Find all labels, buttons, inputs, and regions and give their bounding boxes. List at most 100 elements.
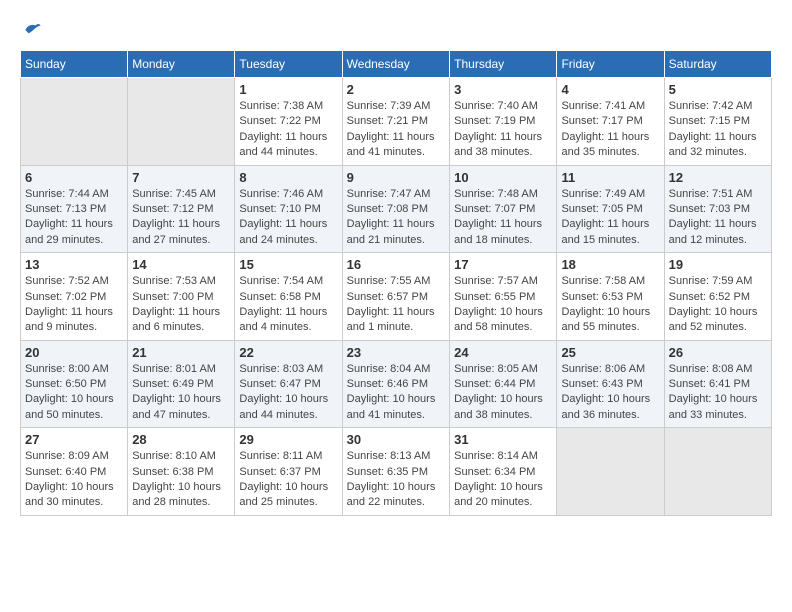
day-info: Sunrise: 8:03 AM Sunset: 6:47 PM Daylight:… [239, 362, 337, 424]
sunrise-text: Sunrise: 7:51 AM [669, 188, 753, 200]
sunset-text: Sunset: 7:08 PM [347, 203, 428, 215]
day-info: Sunrise: 7:39 AMSunset: 7:21 PMDaylight:… [347, 99, 445, 161]
calendar-cell: 21 Sunrise: 8:01 AMSunset: 6:49 PMDayligh… [128, 340, 235, 428]
sunset-text: Sunset: 6:55 PM [454, 291, 535, 303]
day-info: Sunrise: 7:58 AMSunset: 6:53 PMDaylight:… [561, 274, 659, 336]
logo-bird-icon [22, 20, 42, 40]
day-info: Sunrise: 7:45 AMSunset: 7:12 PMDaylight:… [132, 187, 230, 249]
sunrise-text: Sunrise: 7:41 AM [561, 100, 645, 112]
daylight-text: Daylight: 11 hours and 15 minutes. [561, 218, 649, 245]
daylight-text: Daylight: 10 hours and 58 minutes. [454, 306, 543, 333]
calendar-cell: 27Sunrise: 8:09 AMSunset: 6:40 PMDayligh… [21, 428, 128, 516]
daylight-text: Daylight: 11 hours and 44 minutes. [239, 131, 327, 158]
calendar-cell [128, 78, 235, 166]
sunrise-text: Sunrise: 7:59 AM [669, 275, 753, 287]
daylight-text: Daylight: 10 hours and 44 minutes. [239, 393, 328, 420]
day-info: Sunrise: 7:54 AMSunset: 6:58 PMDaylight:… [239, 274, 337, 336]
day-info: Sunrise: 8:04 AMSunset: 6:46 PMDaylight:… [347, 362, 445, 424]
sunset-text: Sunset: 7:03 PM [669, 203, 750, 215]
sunset-text: Sunset: 7:21 PM [347, 115, 428, 127]
daylight-text: Daylight: 10 hours and 36 minutes. [561, 393, 650, 420]
calendar-cell [664, 428, 771, 516]
day-number: 8 [239, 170, 337, 185]
daylight-text: Daylight: 11 hours and 6 minutes. [132, 306, 220, 333]
sunrise-text: Sunrise: 8:09 AM [25, 450, 109, 462]
page-header [20, 20, 772, 40]
calendar-cell: 15 Sunrise: 7:54 AMSunset: 6:58 PMDayligh… [235, 253, 342, 341]
day-number: 20 [25, 345, 123, 360]
sunrise-text: Sunrise: 7:47 AM [347, 188, 431, 200]
day-info: Sunrise: 7:44 AMSunset: 7:13 PMDaylight:… [25, 187, 123, 249]
day-number: 7 [132, 170, 230, 185]
day-info: Sunrise: 8:01 AMSunset: 6:49 PMDaylight:… [132, 362, 230, 424]
sunrise-text: Sunrise: 7:40 AM [454, 100, 538, 112]
day-number: 15 [239, 257, 337, 272]
daylight-text: Daylight: 11 hours and 27 minutes. [132, 218, 220, 245]
sunset-text: Sunset: 6:53 PM [561, 291, 642, 303]
sunrise-text: Sunrise: 7:55 AM [347, 275, 431, 287]
calendar-cell: 20Sunrise: 8:00 AMSunset: 6:50 PMDayligh… [21, 340, 128, 428]
sunset-text: Sunset: 7:17 PM [561, 115, 642, 127]
daylight-text: Daylight: 11 hours and 32 minutes. [669, 131, 757, 158]
calendar-cell: 30Sunrise: 8:13 AMSunset: 6:35 PMDayligh… [342, 428, 449, 516]
calendar-cell: 4Sunrise: 7:41 AMSunset: 7:17 PMDaylight… [557, 78, 664, 166]
daylight-text: Daylight: 10 hours and 20 minutes. [454, 481, 543, 508]
sunrise-text: Sunrise: 8:01 AM [132, 363, 216, 375]
day-number: 22 [239, 345, 337, 360]
sunrise-text: Sunrise: 7:53 AM [132, 275, 216, 287]
sunrise-text: Sunrise: 7:48 AM [454, 188, 538, 200]
day-number: 21 [132, 345, 230, 360]
daylight-text: Daylight: 11 hours and 1 minute. [347, 306, 435, 333]
calendar-cell: 8 Sunrise: 7:46 AMSunset: 7:10 PMDaylight… [235, 165, 342, 253]
sunset-text: Sunset: 6:50 PM [25, 378, 106, 390]
day-number: 28 [132, 432, 230, 447]
daylight-text: Daylight: 10 hours and 22 minutes. [347, 481, 436, 508]
day-number: 13 [25, 257, 123, 272]
day-info: Sunrise: 8:10 AMSunset: 6:38 PMDaylight:… [132, 449, 230, 511]
day-info: Sunrise: 7:52 AMSunset: 7:02 PMDaylight:… [25, 274, 123, 336]
day-number: 25 [561, 345, 659, 360]
sunrise-text: Sunrise: 8:08 AM [669, 363, 753, 375]
sunrise-text: Sunrise: 8:13 AM [347, 450, 431, 462]
sunset-text: Sunset: 6:41 PM [669, 378, 750, 390]
calendar-week-row: 13 Sunrise: 7:52 AMSunset: 7:02 PMDayligh… [21, 253, 772, 341]
day-number: 2 [347, 82, 445, 97]
sunrise-text: Sunrise: 8:00 AM [25, 363, 109, 375]
logo [20, 20, 42, 40]
day-number: 10 [454, 170, 552, 185]
calendar-week-row: 20 Sunrise: 8:00 AM Sunset: 6:50 PM Dayligh… [21, 340, 772, 428]
calendar-week-row: 1Sunrise: 7:38 AMSunset: 7:22 PMDaylight… [21, 78, 772, 166]
daylight-text: Daylight: 10 hours and 28 minutes. [132, 481, 221, 508]
calendar-header-friday: Friday [557, 51, 664, 78]
calendar-cell: 26Sunrise: 8:08 AMSunset: 6:41 PMDayligh… [664, 340, 771, 428]
calendar-cell: 12Sunrise: 7:51 AMSunset: 7:03 PMDayligh… [664, 165, 771, 253]
sunrise-text: Sunrise: 8:06 AM [561, 363, 645, 375]
daylight-text: Daylight: 11 hours and 38 minutes. [454, 131, 542, 158]
calendar-cell: 3Sunrise: 7:40 AMSunset: 7:19 PMDaylight… [450, 78, 557, 166]
day-info: Sunrise: 8:09 AMSunset: 6:40 PMDaylight:… [25, 449, 123, 511]
sunrise-text: Sunrise: 7:52 AM [25, 275, 109, 287]
calendar-cell: 6 Sunrise: 7:44 AMSunset: 7:13 PMDaylight… [21, 165, 128, 253]
day-info: Sunrise: 7:42 AMSunset: 7:15 PMDaylight:… [669, 99, 767, 161]
day-number: 3 [454, 82, 552, 97]
sunrise-text: Sunrise: 8:14 AM [454, 450, 538, 462]
day-info: Sunrise: 8:05 AMSunset: 6:44 PMDaylight:… [454, 362, 552, 424]
calendar-cell: 22 Sunrise: 8:03 AM Sunset: 6:47 PM Dayligh… [235, 340, 342, 428]
day-number: 6 [25, 170, 123, 185]
sunset-text: Sunset: 6:35 PM [347, 466, 428, 478]
day-number: 29 [239, 432, 337, 447]
calendar-cell: 31Sunrise: 8:14 AMSunset: 6:34 PMDayligh… [450, 428, 557, 516]
sunrise-text: Sunrise: 7:44 AM [25, 188, 109, 200]
calendar-cell: 2 Sunrise: 7:39 AMSunset: 7:21 PMDaylight… [342, 78, 449, 166]
sunset-text: Sunset: 6:47 PM [239, 378, 320, 390]
sunrise-text: Sunrise: 7:42 AM [669, 100, 753, 112]
calendar-table: SundayMondayTuesdayWednesdayThursdayFrid… [20, 50, 772, 516]
sunrise-text: Sunrise: 8:03 AM [239, 363, 323, 375]
daylight-text: Daylight: 11 hours and 24 minutes. [239, 218, 327, 245]
day-info: Sunrise: 7:46 AMSunset: 7:10 PMDaylight:… [239, 187, 337, 249]
calendar-cell: 14Sunrise: 7:53 AMSunset: 7:00 PMDayligh… [128, 253, 235, 341]
day-number: 31 [454, 432, 552, 447]
calendar-header-saturday: Saturday [664, 51, 771, 78]
calendar-cell: 19Sunrise: 7:59 AMSunset: 6:52 PMDayligh… [664, 253, 771, 341]
day-number: 26 [669, 345, 767, 360]
